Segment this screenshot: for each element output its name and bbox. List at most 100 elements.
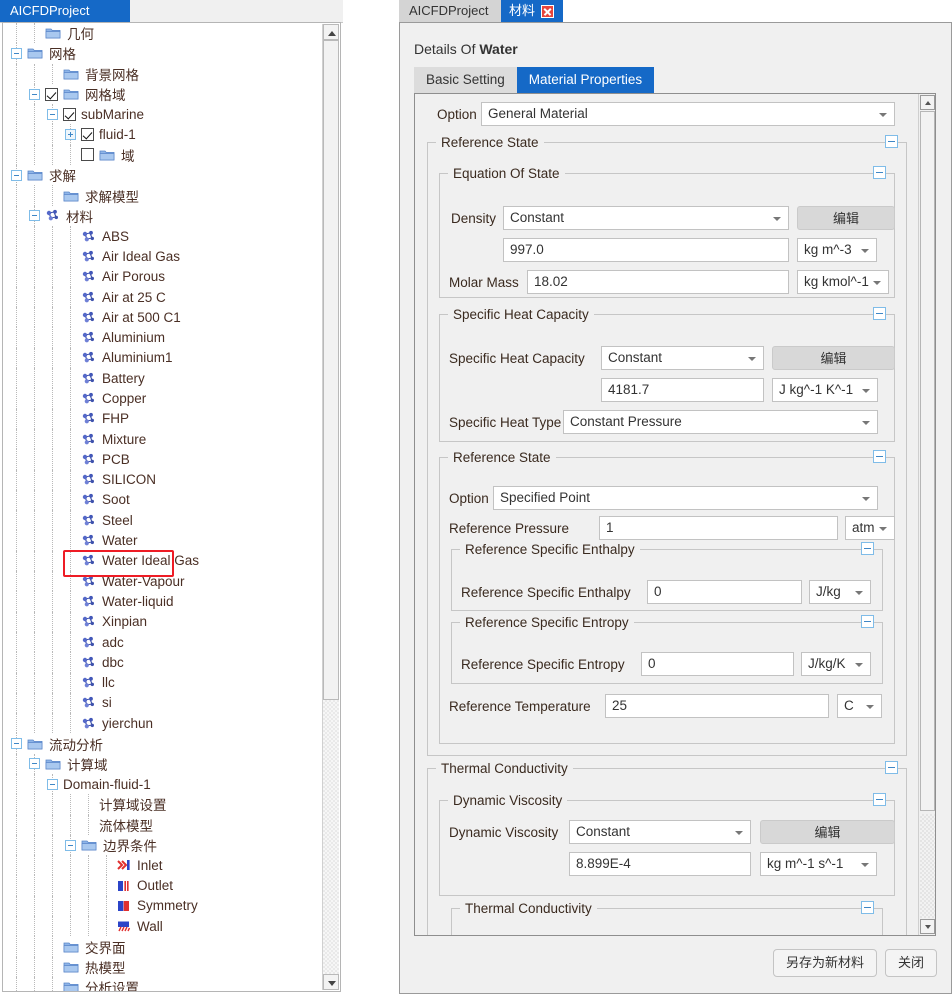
scroll-down-button[interactable]	[323, 974, 339, 990]
collapse-icon[interactable]	[861, 901, 874, 914]
tree-item[interactable]: Water Ideal Gas	[3, 550, 323, 572]
scroll-thumb[interactable]	[323, 40, 339, 700]
tree-item[interactable]: Inlet	[3, 855, 323, 876]
close-button[interactable]: 关闭	[884, 949, 937, 977]
collapse-icon[interactable]	[11, 738, 22, 750]
tree-item[interactable]: ABS	[3, 225, 323, 247]
collapse-icon[interactable]	[29, 210, 40, 222]
tree-item[interactable]: 流动分析	[3, 733, 323, 754]
density-edit-button[interactable]: 编辑	[797, 206, 895, 230]
molar-mass-unit-combo[interactable]: kg kmol^-1	[797, 270, 889, 294]
tab-aicfdproject[interactable]: AICFDProject	[399, 0, 501, 22]
tree-item[interactable]: Air Ideal Gas	[3, 246, 323, 267]
collapse-icon[interactable]	[11, 47, 22, 59]
tree-item[interactable]: si	[3, 692, 323, 714]
tree-item[interactable]: FHP	[3, 408, 323, 429]
scroll-thumb[interactable]	[920, 111, 935, 811]
tree-item[interactable]: Wall	[3, 916, 323, 937]
tree-item[interactable]: 热模型	[3, 956, 323, 977]
tab-basic-setting[interactable]: Basic Setting	[414, 67, 517, 93]
tree-item[interactable]: 网格	[3, 43, 323, 64]
collapse-icon[interactable]	[873, 450, 886, 463]
ref-enthalpy-unit-combo[interactable]: J/kg	[809, 580, 871, 604]
shc-mode-combo[interactable]: Constant	[601, 346, 764, 370]
expand-icon[interactable]	[65, 129, 76, 141]
collapse-icon[interactable]	[861, 615, 874, 628]
collapse-icon[interactable]	[885, 135, 898, 148]
tree-item-checkbox[interactable]	[81, 128, 94, 142]
collapse-icon[interactable]	[29, 88, 40, 100]
tree-item[interactable]: 域	[3, 144, 323, 166]
tree-item[interactable]: 分析设置	[3, 976, 323, 991]
collapse-icon[interactable]	[873, 166, 886, 179]
tree-item[interactable]: Symmetry	[3, 895, 323, 917]
ref-option-combo[interactable]: Specified Point	[493, 486, 878, 510]
tree-item[interactable]: 求解模型	[3, 185, 323, 206]
tree-item[interactable]: 计算域	[3, 753, 323, 774]
tree-item[interactable]: yierchun	[3, 713, 323, 734]
tree-item[interactable]: Aluminium	[3, 327, 323, 348]
collapse-icon[interactable]	[873, 793, 886, 806]
collapse-icon[interactable]	[29, 758, 40, 770]
ref-entropy-input[interactable]: 0	[641, 652, 794, 676]
tree-item-checkbox[interactable]	[45, 87, 58, 101]
tree-item[interactable]: Battery	[3, 368, 323, 389]
project-tree[interactable]: 几何 网格 背景网格 网格域 subMarine fluid-1 域求解 求解模型 材料 ABS A…	[3, 23, 323, 991]
tree-item[interactable]: Domain-fluid-1	[3, 773, 323, 795]
tree-item[interactable]: 背景网格	[3, 63, 323, 84]
tree-item[interactable]: Soot	[3, 489, 323, 511]
collapse-icon[interactable]	[11, 169, 22, 181]
tree-item[interactable]: Steel	[3, 510, 323, 531]
shc-edit-button[interactable]: 编辑	[772, 346, 895, 370]
dynamic-viscosity-value-input[interactable]: 8.899E-4	[569, 852, 751, 876]
tree-item[interactable]: Aluminium1	[3, 347, 323, 369]
tree-item[interactable]: llc	[3, 672, 323, 693]
molar-mass-input[interactable]: 18.02	[527, 270, 789, 294]
collapse-icon[interactable]	[873, 307, 886, 320]
tab-material-properties[interactable]: Material Properties	[516, 67, 655, 93]
scroll-up-button[interactable]	[323, 24, 339, 40]
tree-item-checkbox[interactable]	[81, 148, 94, 162]
density-unit-combo[interactable]: kg m^-3	[797, 238, 877, 262]
tree-scrollbar[interactable]	[322, 24, 339, 990]
scroll-up-button[interactable]	[920, 95, 935, 110]
tree-item[interactable]: Air Porous	[3, 266, 323, 287]
tree-item[interactable]: 求解	[3, 165, 323, 186]
tree-item[interactable]: Xinpian	[3, 611, 323, 632]
tree-item[interactable]: 几何	[3, 23, 323, 44]
ref-pressure-unit-combo[interactable]: atm	[845, 516, 895, 540]
tree-item[interactable]: SILICON	[3, 469, 323, 490]
dynamic-viscosity-unit-combo[interactable]: kg m^-1 s^-1	[760, 852, 877, 876]
density-value-input[interactable]: 997.0	[503, 238, 789, 262]
tree-item[interactable]: 边界条件	[3, 834, 323, 856]
tree-item[interactable]: fluid-1	[3, 124, 323, 145]
ref-enthalpy-input[interactable]: 0	[647, 580, 802, 604]
option-combo[interactable]: General Material	[481, 102, 895, 126]
dynamic-viscosity-edit-button[interactable]: 编辑	[760, 820, 895, 844]
tab-material[interactable]: 材料	[501, 0, 563, 22]
ref-entropy-unit-combo[interactable]: J/kg/K	[801, 652, 871, 676]
properties-scrollbar[interactable]	[918, 94, 935, 935]
tree-item[interactable]: Mixture	[3, 428, 323, 450]
collapse-icon[interactable]	[65, 839, 76, 851]
tree-item[interactable]: Water-liquid	[3, 591, 323, 612]
tree-item[interactable]: Copper	[3, 388, 323, 409]
tree-item[interactable]: Water-Vapour	[3, 571, 323, 592]
density-mode-combo[interactable]: Constant	[503, 206, 789, 230]
collapse-icon[interactable]	[47, 108, 58, 120]
tree-item[interactable]: Water	[3, 530, 323, 551]
tree-item-checkbox[interactable]	[63, 107, 76, 121]
tree-item[interactable]: 流体模型	[3, 814, 323, 835]
tab-aicfdproject-left[interactable]: AICFDProject	[0, 0, 130, 22]
ref-temperature-unit-combo[interactable]: C	[837, 694, 882, 718]
scroll-track[interactable]	[920, 814, 935, 918]
shc-value-input[interactable]: 4181.7	[601, 378, 764, 402]
scroll-track[interactable]	[323, 40, 339, 974]
collapse-icon[interactable]	[861, 542, 874, 555]
shc-unit-combo[interactable]: J kg^-1 K^-1	[772, 378, 878, 402]
tree-item[interactable]: subMarine	[3, 104, 323, 125]
tree-item[interactable]: dbc	[3, 652, 323, 673]
ref-temperature-input[interactable]: 25	[605, 694, 829, 718]
specific-heat-type-combo[interactable]: Constant Pressure	[563, 410, 878, 434]
tree-item[interactable]: Air at 25 C	[3, 286, 323, 308]
